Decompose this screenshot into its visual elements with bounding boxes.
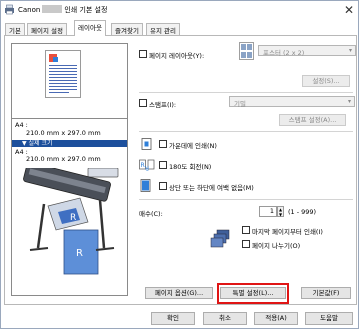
separator: [139, 199, 353, 200]
page-options-button[interactable]: 페이지 옵션(G)...: [145, 287, 213, 299]
title-bar: Canon 인쇄 기본 설정 ✕: [1, 1, 358, 19]
chevron-down-icon: ▾: [347, 98, 351, 105]
highlight-box: [217, 283, 289, 304]
copies-input[interactable]: 1: [259, 206, 277, 217]
title-brand: Canon: [18, 6, 41, 14]
layout-tab-page: A4 : 210.0 mm x 297.0 mm ▼ 실제 크기 A4 : 21…: [4, 35, 357, 305]
separator: [139, 131, 353, 132]
cancel-button[interactable]: 취소: [203, 312, 247, 325]
svg-text:R: R: [76, 248, 83, 259]
printer-app-icon: [5, 4, 14, 15]
separator: [139, 92, 353, 93]
stamp-label: 스탬프(I):: [149, 101, 177, 109]
preview-logo-accent: [53, 57, 58, 62]
page-preview-thumbnail: [45, 50, 81, 98]
layout-settings-button[interactable]: 설정(S)...: [302, 75, 350, 87]
stamp-checkbox[interactable]: [139, 99, 147, 107]
no-margin-label: 상단 또는 하단에 여백 없음(M): [169, 184, 254, 192]
ok-button[interactable]: 확인: [151, 312, 195, 325]
collate-pages-icon: [210, 229, 230, 248]
window-title: Canon 인쇄 기본 설정: [18, 5, 107, 15]
copies-label: 매수(C):: [139, 210, 163, 218]
paper-size-info: A4 : 210.0 mm x 297.0 mm ▼ 실제 크기 A4 : 21…: [12, 118, 127, 163]
close-icon[interactable]: ✕: [344, 3, 354, 17]
stamp-value: 기밀: [234, 100, 246, 108]
print-settings-window: Canon 인쇄 기본 설정 ✕ 기본 페이지 설정 레이아웃 즐겨찾기 유지 관…: [0, 0, 359, 329]
copies-spinner[interactable]: ▲ ▼: [277, 206, 284, 217]
no-margin-checkbox[interactable]: [159, 182, 167, 190]
stamp-settings-button[interactable]: 스탬프 설정(A)...: [279, 114, 346, 126]
center-print-label: 가운데에 인쇄(N): [169, 142, 217, 150]
reverse-order-label: 마지막 페이지부터 인쇄(I): [252, 228, 323, 236]
defaults-button[interactable]: 기본값(F): [301, 287, 351, 299]
collate-checkbox[interactable]: [242, 240, 250, 248]
large-format-printer-illustration: R R: [23, 168, 119, 275]
rotate-180-label: 180도 회전(N): [169, 163, 212, 171]
stamp-dropdown[interactable]: 기밀 ▾: [229, 96, 355, 108]
poster-layout-icon: [239, 42, 254, 60]
settings-preview: A4 : 210.0 mm x 297.0 mm ▼ 실제 크기 A4 : 21…: [11, 43, 128, 296]
rotate-180-icon: R R: [139, 159, 155, 171]
svg-text:R: R: [70, 213, 76, 223]
center-print-checkbox[interactable]: [159, 140, 167, 148]
output-size-value: 210.0 mm x 297.0 mm: [26, 155, 101, 163]
tab-layout[interactable]: 레이아웃: [74, 20, 106, 36]
svg-text:R: R: [141, 162, 145, 169]
rotate-180-checkbox[interactable]: [159, 161, 167, 169]
tab-page-setup[interactable]: 페이지 설정: [27, 23, 67, 35]
title-text: 인쇄 기본 설정: [64, 6, 108, 14]
scale-label: 실제 크기: [28, 140, 53, 147]
reverse-order-checkbox[interactable]: [242, 226, 250, 234]
no-margin-icon: [140, 179, 151, 192]
scale-selection: ▼ 실제 크기: [12, 140, 127, 147]
help-button[interactable]: 도움말: [305, 312, 353, 325]
apply-button[interactable]: 적용(A): [254, 312, 298, 325]
center-print-icon: [141, 138, 152, 150]
copies-range: (1 - 999): [288, 208, 317, 216]
page-layout-label: 페이지 레이아웃(Y):: [149, 52, 205, 60]
tab-maintenance[interactable]: 유지 관리: [146, 23, 180, 35]
chevron-down-icon: ▾: [348, 47, 352, 54]
page-layout-dropdown[interactable]: 포스터 (2 x 2) ▾: [258, 45, 356, 57]
tab-favorites[interactable]: 즐겨찾기: [111, 23, 143, 35]
input-size-label: A4 :: [15, 121, 28, 129]
svg-text:R: R: [145, 164, 149, 171]
input-size-value: 210.0 mm x 297.0 mm: [26, 129, 101, 137]
tab-basic[interactable]: 기본: [5, 23, 25, 35]
collate-label: 페이지 나누기(O): [252, 242, 301, 250]
redacted-model-name: [42, 5, 63, 13]
page-layout-checkbox[interactable]: [139, 50, 147, 58]
spin-down-icon[interactable]: ▼: [278, 212, 283, 217]
page-layout-value: 포스터 (2 x 2): [263, 49, 305, 57]
